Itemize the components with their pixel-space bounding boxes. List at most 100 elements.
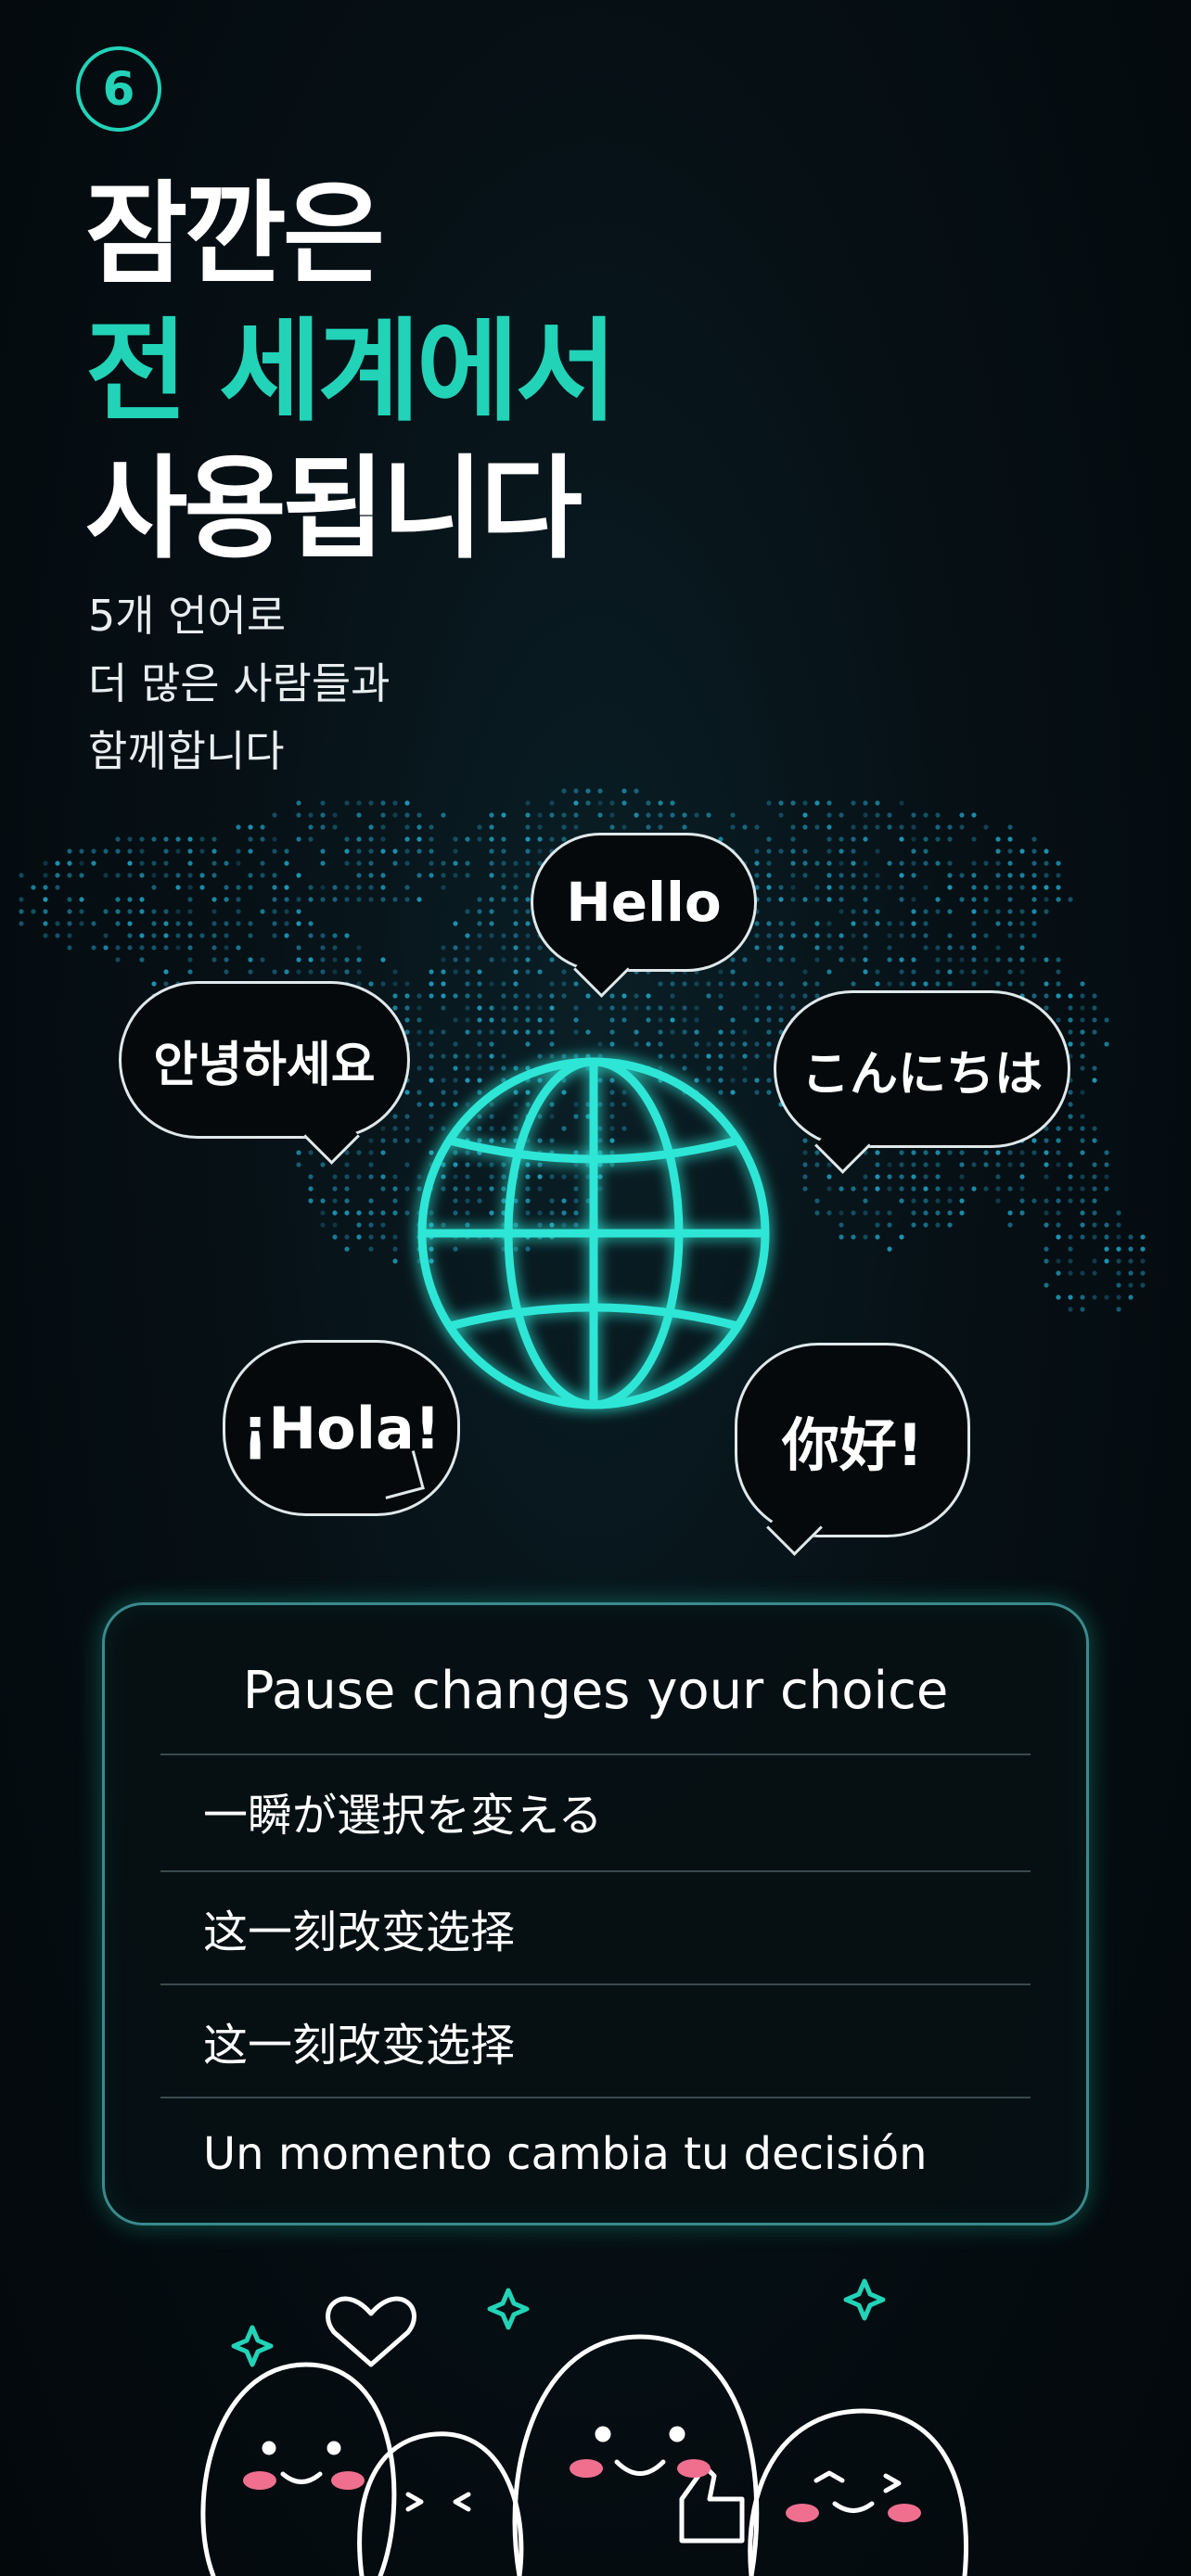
headline-line-2: 전 세계에서 [85,308,618,437]
map-dot [923,848,928,854]
map-dot [959,824,965,830]
map-dot [899,1150,904,1155]
map-dot [248,873,253,878]
map-dot [863,824,868,830]
map-dot [489,981,494,987]
map-dot [79,921,84,926]
map-dot [694,812,699,818]
map-dot [778,812,784,818]
map-dot [525,861,531,866]
map-dot [320,969,326,975]
map-dot [754,873,760,878]
map-dot [887,1210,892,1216]
map-dot [272,836,277,842]
map-dot [658,824,663,830]
map-dot [911,909,916,914]
thumbs-up-icon [679,2464,745,2544]
map-dot [380,1174,386,1180]
map-dot [754,981,760,987]
step-number: 6 [102,62,135,116]
map-dot [1044,885,1049,890]
map-dot [308,1186,314,1192]
map-dot [826,1210,832,1216]
map-dot [875,1234,880,1240]
map-dot [1056,1126,1061,1131]
map-dot [441,957,446,963]
map-dot [1092,1174,1097,1180]
map-dot [356,1174,362,1180]
map-dot [670,981,675,987]
map-dot [754,993,760,999]
map-dot [1092,1222,1097,1228]
card-row-text: 这一刻改变选择 [203,2020,516,2072]
map-dot [887,945,892,950]
map-dot [392,1246,398,1252]
map-dot [525,800,531,806]
map-dot [911,1222,916,1228]
map-dot [43,897,48,902]
map-dot [465,1005,470,1011]
map-dot [1031,933,1037,938]
map-dot [392,1126,398,1131]
map-dot [971,897,977,902]
map-dot [1019,933,1025,938]
map-dot [236,921,241,926]
map-dot [320,897,326,902]
map-dot [670,993,675,999]
map-dot [537,1029,543,1035]
map-dot [477,921,482,926]
map-dot [332,945,338,950]
map-dot [754,945,760,950]
map-dot [429,824,434,830]
map-dot [549,812,555,818]
map-dot [1080,1210,1085,1216]
bubble-spanish: ¡Hola! [223,1340,460,1516]
map-dot [211,933,217,938]
map-dot [1080,1053,1085,1059]
map-dot [392,848,398,854]
map-dot [368,1246,374,1252]
map-dot [67,873,72,878]
map-dot [1080,1114,1085,1119]
map-dot [115,836,121,842]
map-dot [959,1174,965,1180]
map-dot [67,848,72,854]
map-dot [127,933,133,938]
map-dot [995,885,1001,890]
map-dot [236,824,241,830]
map-dot [790,836,796,842]
map-dot [429,861,434,866]
map-dot [1128,1246,1133,1252]
map-dot [802,1150,808,1155]
map-dot [368,824,374,830]
map-dot [899,981,904,987]
map-dot [272,933,277,938]
map-dot [1128,1282,1133,1288]
map-dot [790,873,796,878]
sparkle-icon [843,2278,886,2321]
headline-line-3: 사용됩니다 [85,445,583,574]
map-dot [826,861,832,866]
map-dot [296,957,301,963]
map-dot [1116,1222,1121,1228]
map-dot [839,933,844,938]
map-dot [187,848,193,854]
map-dot [416,873,422,878]
map-dot [43,933,48,938]
map-dot [79,897,84,902]
map-dot [1019,921,1025,926]
map-dot [501,933,506,938]
map-dot [935,836,941,842]
map-dot [465,993,470,999]
map-dot [308,824,314,830]
map-dot [742,981,748,987]
map-dot [1116,1258,1121,1264]
map-dot [706,981,711,987]
map-dot [163,933,169,938]
map-dot [187,897,193,902]
map-dot [1092,993,1097,999]
map-dot [513,1029,519,1035]
map-dot [682,1029,687,1035]
map-dot [344,800,350,806]
map-dot [1044,897,1049,902]
